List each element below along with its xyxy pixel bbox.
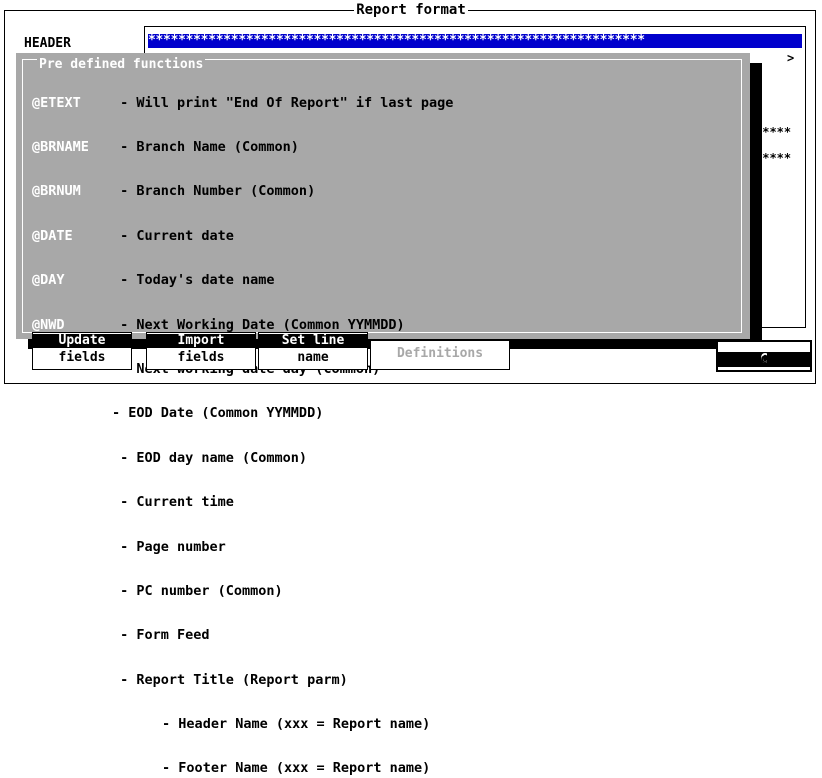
list-item[interactable]: @TIME - Current time — [32, 495, 453, 510]
function-code: @TIME — [32, 494, 73, 511]
button-line2: fields — [58, 350, 106, 365]
header-stars-line-1: ***** — [755, 125, 792, 139]
function-code: @PC — [32, 582, 57, 599]
button-line1: Set line — [259, 334, 367, 348]
function-code: @NWD — [32, 316, 65, 333]
button-line1: Update — [33, 334, 131, 348]
cancel-button[interactable]: Cancel — [716, 340, 812, 372]
list-item[interactable]: @TITLE - Report Title (Report parm) — [32, 671, 453, 688]
list-item[interactable]: @DAY - Today's date name — [32, 273, 453, 288]
window-title: Report format — [354, 2, 468, 18]
button-line1: Import — [147, 334, 255, 348]
list-item[interactable]: @BRNAME - Branch Name (Common) — [32, 140, 453, 155]
function-list: @ETEXT - Will print "End Of Report" if l… — [32, 66, 453, 778]
function-code: @DAY — [32, 272, 65, 289]
list-item[interactable]: @NWD - Next Working Date (Common YYMMDD) — [32, 316, 453, 333]
list-item[interactable]: @DATE - Current date — [32, 227, 453, 244]
list-item[interactable]: @EODDATE - EOD Date (Common YYMMDD) — [32, 406, 453, 421]
list-item[interactable]: @BRNUM - Branch Number (Common) — [32, 184, 453, 199]
function-code: @H="xxxxxxxxxx" — [32, 716, 154, 733]
function-code: @EODDAY — [32, 449, 89, 466]
predefined-functions-popup: Pre defined functions @ETEXT - Will prin… — [16, 53, 750, 776]
list-item[interactable]: @PC - PC number (Common) — [32, 582, 453, 599]
button-label: Definitions — [396, 346, 484, 361]
update-fields-button[interactable]: Update fields — [32, 332, 132, 370]
function-code: @BRNUM — [32, 183, 81, 200]
function-code: @BRNAME — [32, 138, 89, 155]
list-item[interactable]: @BREAK - Form Feed — [32, 628, 453, 643]
list-item[interactable]: @F="xxxxxxxxxx" - Footer Name (xxx = Rep… — [32, 761, 453, 776]
list-item[interactable]: @EODDAY - EOD day name (Common) — [32, 449, 453, 466]
function-code: @ETEXT — [32, 94, 81, 111]
list-item[interactable]: @ETEXT - Will print "End Of Report" if l… — [32, 94, 453, 111]
list-item[interactable]: @PAGE - Page number — [32, 538, 453, 555]
import-fields-button[interactable]: Import fields — [146, 332, 256, 370]
set-line-name-button[interactable]: Set line name — [258, 332, 368, 370]
function-code: @F="xxxxxxxxxx" — [32, 760, 154, 777]
button-line2: name — [297, 350, 329, 365]
list-item[interactable]: @H="xxxxxxxxxx" - Header Name (xxx = Rep… — [32, 717, 453, 732]
function-code: @TITLE — [32, 671, 81, 688]
button-line2: fields — [177, 350, 225, 365]
header-input[interactable]: ****************************************… — [148, 34, 802, 48]
function-code: @PAGE — [32, 538, 73, 555]
header-tail-marker: > — [787, 51, 795, 65]
function-code: @BREAK — [32, 627, 81, 644]
definitions-button[interactable]: Definitions — [370, 340, 510, 370]
function-code: @EODDATE — [32, 405, 98, 422]
header-label: HEADER — [24, 36, 71, 51]
header-stars-line-2: ***** — [755, 151, 792, 165]
function-code: @DATE — [32, 227, 73, 244]
